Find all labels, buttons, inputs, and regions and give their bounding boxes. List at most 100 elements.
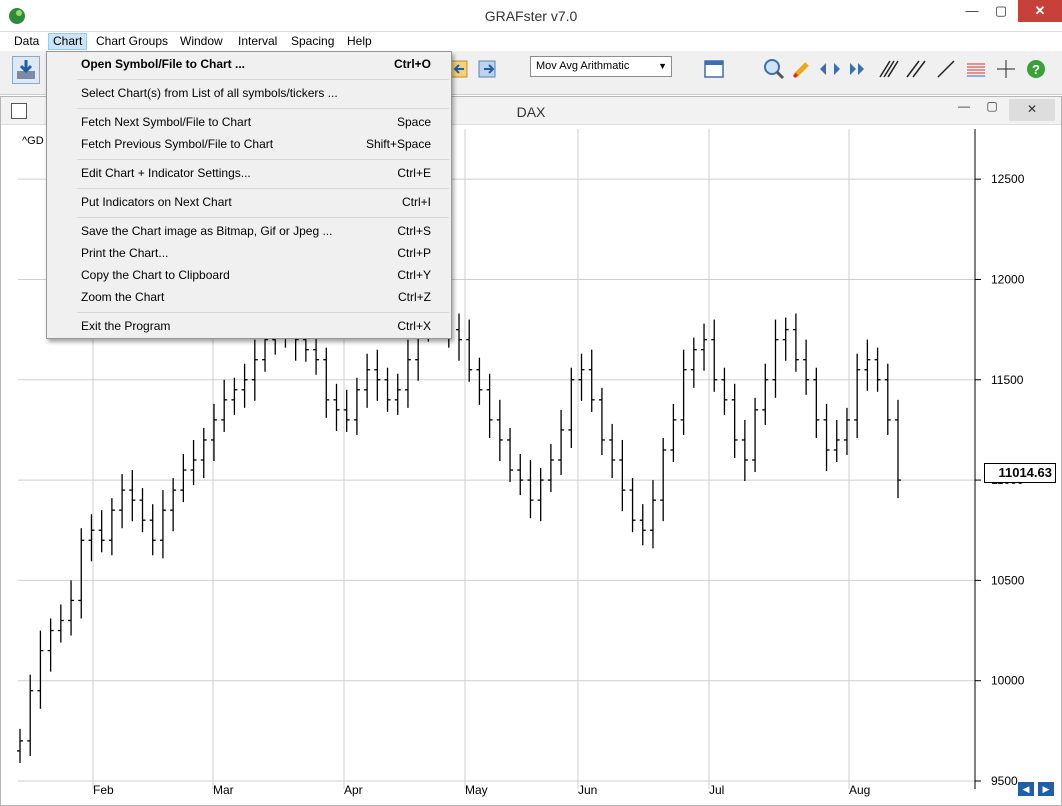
menu-item-4[interactable]: Fetch Next Symbol/File to Chart Space [47,112,451,132]
ohlc-bar [149,504,156,556]
ohlc-bar [527,460,534,519]
menu-item-5[interactable]: Fetch Previous Symbol/File to Chart Shift… [47,134,451,154]
menu-item-0[interactable]: Open Symbol/File to Chart ... Ctrl+O [47,54,451,74]
crosshair-icon[interactable] [994,57,1018,81]
menu-item-9[interactable]: Put Indicators on Next Chart Ctrl+I [47,192,451,212]
ohlc-bar [159,490,166,559]
ohlc-bar [476,357,483,405]
ohlc-bar [639,504,646,546]
ohlc-bar [404,339,411,408]
next-chart-icon[interactable] [476,57,500,81]
menu-help[interactable]: Help [343,33,376,50]
scroll-right-icon[interactable] [846,57,870,81]
ohlc-bar [619,439,626,512]
menu-item-12[interactable]: Print the Chart... Ctrl+P [47,243,451,263]
ohlc-bar [609,423,616,479]
indicator-select[interactable]: Mov Avg Arithmatic ▼ [530,56,672,77]
ohlc-bar [37,630,44,709]
window-icon[interactable] [702,57,726,81]
chart-symbol-label: ^GD [22,135,44,147]
close-button[interactable]: ✕ [1018,0,1062,22]
ohlc-bar [353,377,360,435]
ohlc-bar [649,480,656,549]
menu-item-shortcut: Shift+Space [365,137,431,151]
ohlc-bar [823,403,830,472]
ohlc-bar [47,618,54,672]
menu-chart-groups[interactable]: Chart Groups [92,33,172,50]
minimize-button[interactable]: — [957,0,987,22]
ohlc-bar [364,353,371,408]
menu-item-2[interactable]: Select Chart(s) from List of all symbols… [47,83,451,103]
ohlc-bar [251,339,258,401]
ohlc-bar [547,443,554,493]
ohlc-bar [895,399,901,499]
y-tick-label: 12000 [991,272,1025,286]
chart-menu-dropdown: Open Symbol/File to Chart ... Ctrl+O Selec… [46,51,452,339]
horizontal-lines-icon[interactable] [964,57,988,81]
ohlc-bar [741,419,748,482]
menu-separator [77,159,449,160]
ohlc-bar [119,474,126,529]
menu-bar: Data Chart Chart Groups Window Interval Spaci… [0,32,1062,51]
ohlc-bar [170,478,177,532]
scroll-left-right-icon[interactable] [818,57,842,81]
ohlc-bar [466,319,473,382]
ohlc-bar [241,363,248,408]
menu-window[interactable]: Window [176,33,227,50]
x-tick-label: Aug [849,783,870,797]
ohlc-bar [456,313,462,361]
scroll-right-arrow-icon[interactable]: ▶ [1038,782,1054,796]
menu-item-shortcut: Ctrl+O [393,57,431,71]
menu-item-label: Exit the Program [81,319,171,333]
ohlc-bar [578,353,585,401]
help-icon[interactable]: ? [1024,57,1048,81]
download-icon[interactable] [12,56,40,84]
y-tick-label: 12500 [991,172,1025,186]
menu-spacing[interactable]: Spacing [287,33,338,50]
ohlc-bar [210,403,217,462]
menu-chart[interactable]: Chart [48,33,88,50]
channel-lines-icon[interactable] [904,57,928,81]
parallel-lines-icon[interactable] [876,57,900,81]
menu-item-label: Fetch Next Symbol/File to Chart [81,115,252,129]
ohlc-bar [231,377,238,415]
svg-text:?: ? [1032,62,1040,77]
menu-item-shortcut: Ctrl+X [397,319,431,333]
chevron-down-icon: ▼ [658,61,667,71]
ohlc-bar [711,319,718,392]
scroll-left-icon[interactable]: ◀ [1018,782,1034,796]
menu-item-14[interactable]: Zoom the Chart Ctrl+Z [47,287,451,307]
menu-item-label: Select Chart(s) from List of all symbols… [81,86,338,100]
pencil-icon[interactable] [790,57,814,81]
maximize-button[interactable]: ▢ [986,0,1016,22]
menu-item-shortcut: Ctrl+Z [398,290,431,304]
menu-data[interactable]: Data [10,33,43,50]
menu-item-16[interactable]: Exit the Program Ctrl+X [47,316,451,336]
menu-item-label: Copy the Chart to Clipboard [81,268,230,282]
menu-item-11[interactable]: Save the Chart image as Bitmap, Gif or J… [47,221,451,241]
menu-item-7[interactable]: Edit Chart + Indicator Settings... Ctrl+E [47,163,451,183]
ohlc-bar [854,353,861,438]
ohlc-bar [660,437,667,522]
zoom-icon[interactable] [762,57,786,81]
ohlc-bar [139,488,146,533]
ohlc-bar [78,528,85,619]
ohlc-bar [17,728,23,763]
ohlc-bar [374,349,381,401]
ohlc-bar [517,453,524,496]
menu-item-shortcut: Ctrl+P [397,246,431,260]
menu-item-13[interactable]: Copy the Chart to Clipboard Ctrl+Y [47,265,451,285]
menu-item-shortcut: Ctrl+E [397,166,431,180]
ohlc-bar [690,337,697,388]
menu-item-label: Open Symbol/File to Chart ... [81,57,246,71]
ohlc-bar [792,313,799,372]
ohlc-bar [129,470,136,522]
ohlc-bar [27,674,34,756]
menu-item-label: Print the Chart... [81,246,169,260]
menu-separator [77,312,449,313]
trend-line-icon[interactable] [934,57,958,81]
ohlc-bar [772,319,779,398]
ohlc-bar [333,383,340,431]
menu-separator [77,108,449,109]
menu-interval[interactable]: Interval [234,33,281,50]
